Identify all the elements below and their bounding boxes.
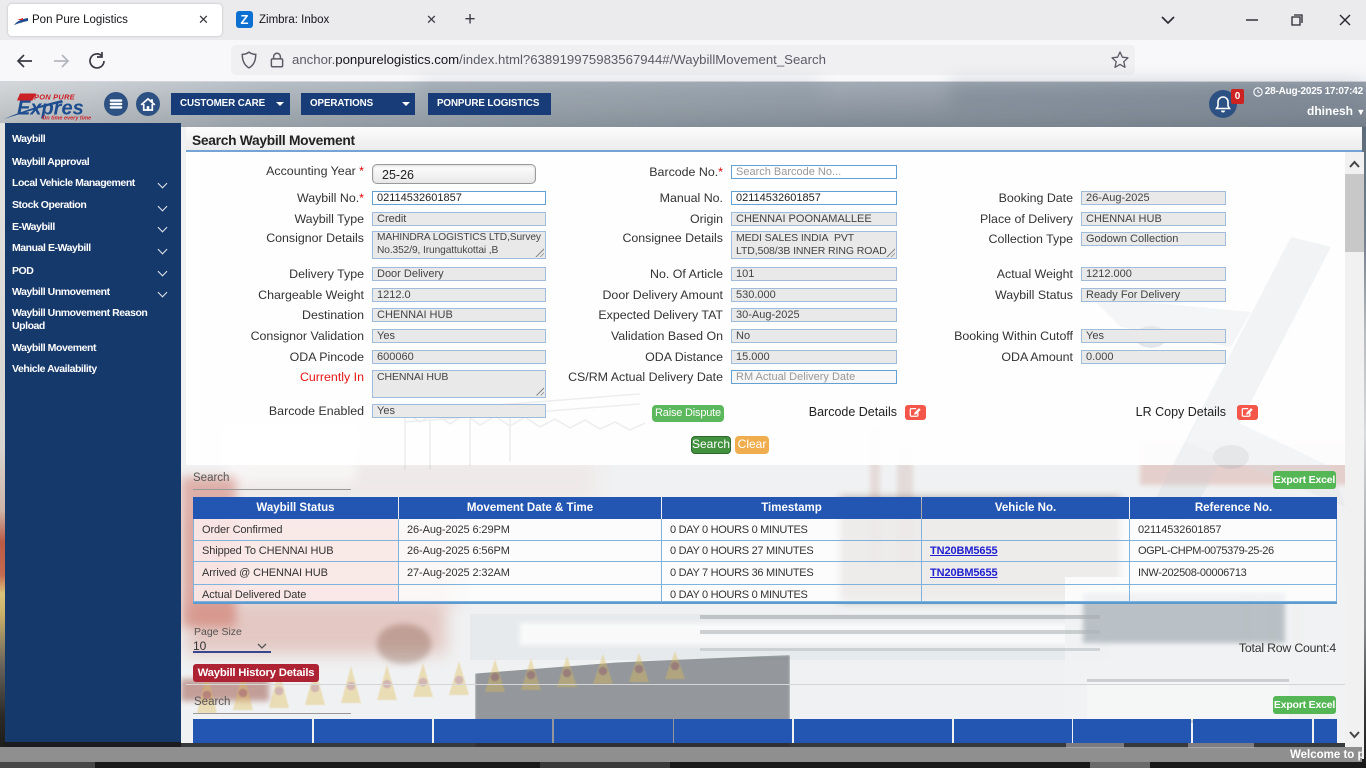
- svg-text:On time every time: On time every time: [42, 116, 91, 122]
